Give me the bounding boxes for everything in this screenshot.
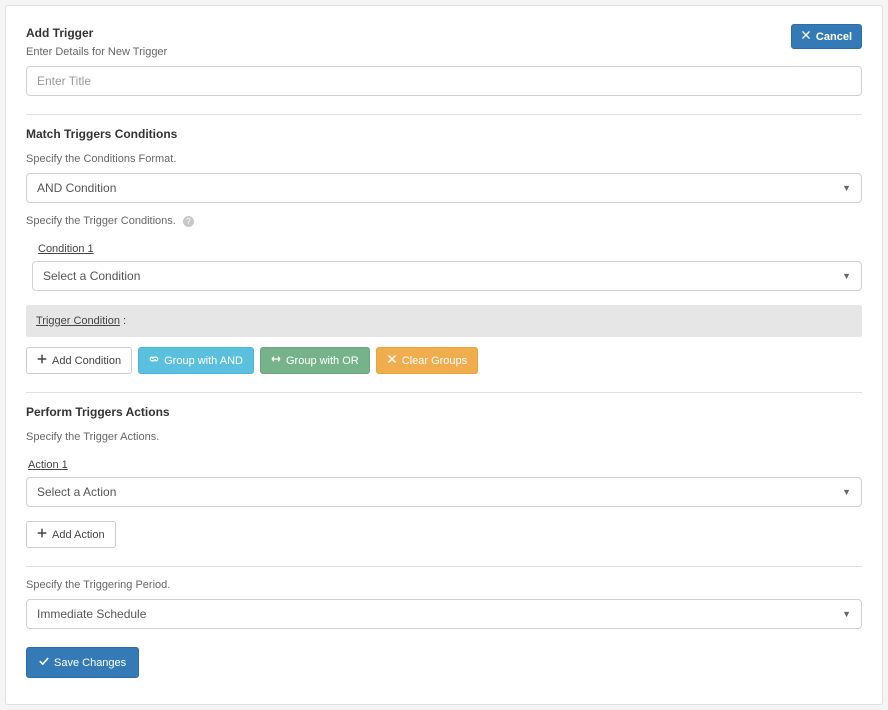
close-icon	[387, 354, 397, 367]
group-and-label: Group with AND	[164, 355, 243, 367]
perform-actions-section: Perform Triggers Actions Specify the Tri…	[26, 405, 862, 567]
close-icon	[801, 30, 811, 43]
add-trigger-panel: Cancel Add Trigger Enter Details for New…	[5, 5, 883, 705]
add-condition-label: Add Condition	[52, 355, 121, 367]
arrows-icon	[271, 354, 281, 367]
group-or-label: Group with OR	[286, 355, 359, 367]
group-and-button[interactable]: Group with AND	[138, 347, 254, 374]
header-section: Add Trigger Enter Details for New Trigge…	[26, 26, 862, 115]
condition-label: Condition 1	[38, 243, 94, 255]
help-icon[interactable]: ?	[183, 216, 194, 227]
format-label: Specify the Conditions Format.	[26, 153, 862, 165]
chevron-down-icon: ▼	[842, 183, 851, 193]
clear-groups-label: Clear Groups	[402, 355, 467, 367]
trigger-title-input[interactable]	[26, 66, 862, 96]
trigger-condition-label: Trigger Condition	[36, 315, 120, 327]
condition-format-value: AND Condition	[37, 181, 116, 195]
period-value: Immediate Schedule	[37, 607, 146, 621]
add-action-button[interactable]: Add Action	[26, 521, 116, 548]
match-heading: Match Triggers Conditions	[26, 127, 862, 141]
add-condition-button[interactable]: Add Condition	[26, 347, 132, 374]
condition-format-select[interactable]: AND Condition ▼	[26, 173, 862, 203]
conditions-label: Specify the Trigger Conditions. ?	[26, 215, 862, 227]
link-icon	[149, 354, 159, 367]
cancel-label: Cancel	[816, 31, 852, 43]
period-label: Specify the Triggering Period.	[26, 579, 862, 591]
plus-icon	[37, 528, 47, 541]
condition-value: Select a Condition	[43, 269, 140, 283]
chevron-down-icon: ▼	[842, 271, 851, 281]
group-or-button[interactable]: Group with OR	[260, 347, 370, 374]
check-icon	[39, 656, 49, 669]
specify-actions-label: Specify the Trigger Actions.	[26, 431, 862, 443]
action-value: Select a Action	[37, 485, 116, 499]
conditions-list: Condition 1 Select a Condition ▼	[26, 235, 862, 291]
page-title: Add Trigger	[26, 26, 862, 40]
clear-groups-button[interactable]: Clear Groups	[376, 347, 478, 374]
action-select[interactable]: Select a Action ▼	[26, 477, 862, 507]
match-conditions-section: Match Triggers Conditions Specify the Co…	[26, 127, 862, 393]
trigger-condition-bar: Trigger Condition :	[26, 305, 862, 337]
save-button[interactable]: Save Changes	[26, 647, 139, 678]
triggering-period-section: Specify the Triggering Period. Immediate…	[26, 579, 862, 684]
save-label: Save Changes	[54, 657, 126, 669]
page-subtitle: Enter Details for New Trigger	[26, 46, 862, 58]
cancel-button[interactable]: Cancel	[791, 24, 862, 49]
add-action-label: Add Action	[52, 529, 105, 541]
plus-icon	[37, 354, 47, 367]
action-label: Action 1	[28, 459, 68, 471]
condition-select[interactable]: Select a Condition ▼	[32, 261, 862, 291]
chevron-down-icon: ▼	[842, 487, 851, 497]
chevron-down-icon: ▼	[842, 609, 851, 619]
period-select[interactable]: Immediate Schedule ▼	[26, 599, 862, 629]
condition-buttons-row: Add Condition Group with AND Group with …	[26, 347, 862, 374]
actions-heading: Perform Triggers Actions	[26, 405, 862, 419]
